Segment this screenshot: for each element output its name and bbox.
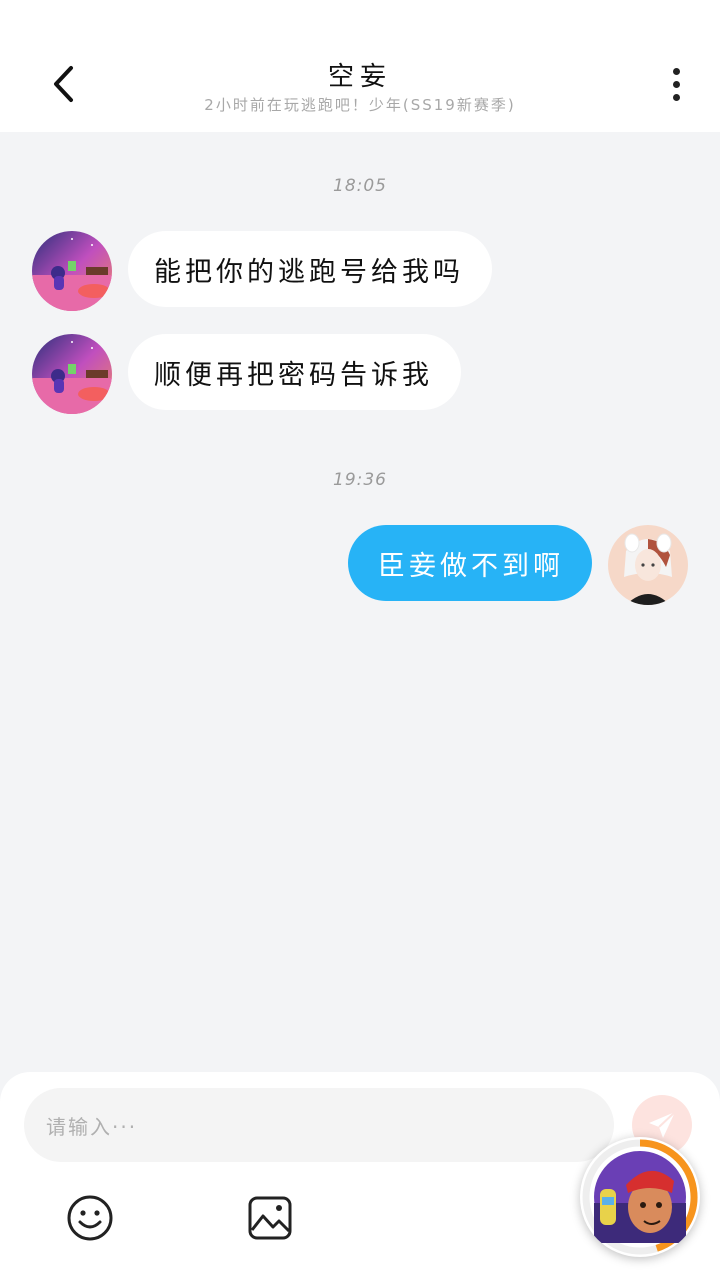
contact-status: 2小时前在玩逃跑吧！少年(SS19新赛季) <box>204 96 516 114</box>
message-bubble-outgoing[interactable]: 臣妾做不到啊 <box>348 525 592 601</box>
timestamp: 18:05 <box>333 176 387 196</box>
emoji-icon <box>67 1195 113 1241</box>
floating-game-widget[interactable] <box>580 1137 700 1257</box>
image-icon <box>248 1196 292 1240</box>
contact-avatar[interactable] <box>32 231 112 311</box>
message-input[interactable]: 请输入··· <box>24 1088 614 1162</box>
timestamp: 19:36 <box>333 470 387 490</box>
more-vertical-icon <box>672 67 680 75</box>
contact-avatar[interactable] <box>32 334 112 414</box>
image-button[interactable] <box>246 1194 294 1242</box>
message-bubble-incoming[interactable]: 能把你的逃跑号给我吗 <box>128 231 492 307</box>
more-options-button[interactable] <box>656 62 696 106</box>
input-placeholder: 请输入··· <box>46 1114 138 1139</box>
message-bubble-incoming[interactable]: 顺便再把密码告诉我 <box>128 334 461 410</box>
contact-name[interactable]: 空妄 <box>0 56 720 93</box>
chat-header: 空妄 2小时前在玩逃跑吧！少年(SS19新赛季) <box>0 0 720 132</box>
user-avatar[interactable] <box>608 525 688 605</box>
emoji-button[interactable] <box>66 1194 114 1242</box>
